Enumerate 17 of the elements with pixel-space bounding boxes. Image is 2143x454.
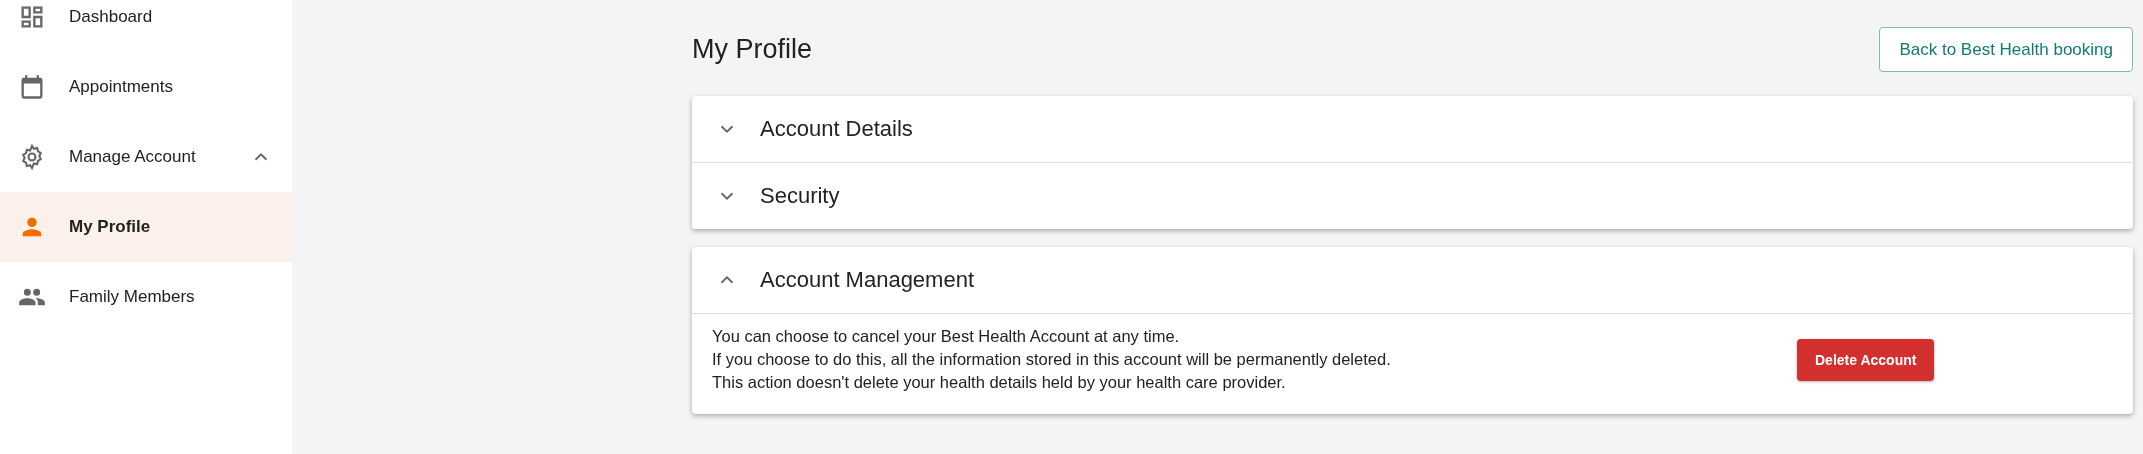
delete-account-button[interactable]: Delete Account: [1797, 338, 1935, 381]
sidebar-item[interactable]: Manage Account: [0, 122, 292, 192]
accordion-header[interactable]: Account Management: [692, 247, 2133, 314]
section-title: Account Details: [760, 116, 913, 142]
section-title: Account Management: [760, 267, 975, 293]
page-title: My Profile: [692, 34, 813, 65]
body-text: This action doesn't delete your health details held by your health care provider.: [712, 372, 1287, 393]
sidebar-item[interactable]: Family Members: [0, 262, 292, 332]
accordion-header[interactable]: Security: [692, 163, 2133, 229]
body-text: If you choose to do this, all the information stored in this account will be permanently deleted.: [712, 349, 1392, 370]
accordion-header[interactable]: Account Details: [692, 96, 2133, 163]
sidebar-item[interactable]: My Profile: [0, 192, 292, 262]
sidebar-item[interactable]: Appointments: [0, 52, 292, 122]
sidebar-item[interactable]: Dashboard: [0, 0, 292, 52]
body-text: You can choose to cancel your Best Health Account at any time.: [712, 326, 1181, 347]
section-title: Security: [760, 183, 840, 209]
back-button[interactable]: Back to Best Health booking: [1879, 27, 2133, 72]
